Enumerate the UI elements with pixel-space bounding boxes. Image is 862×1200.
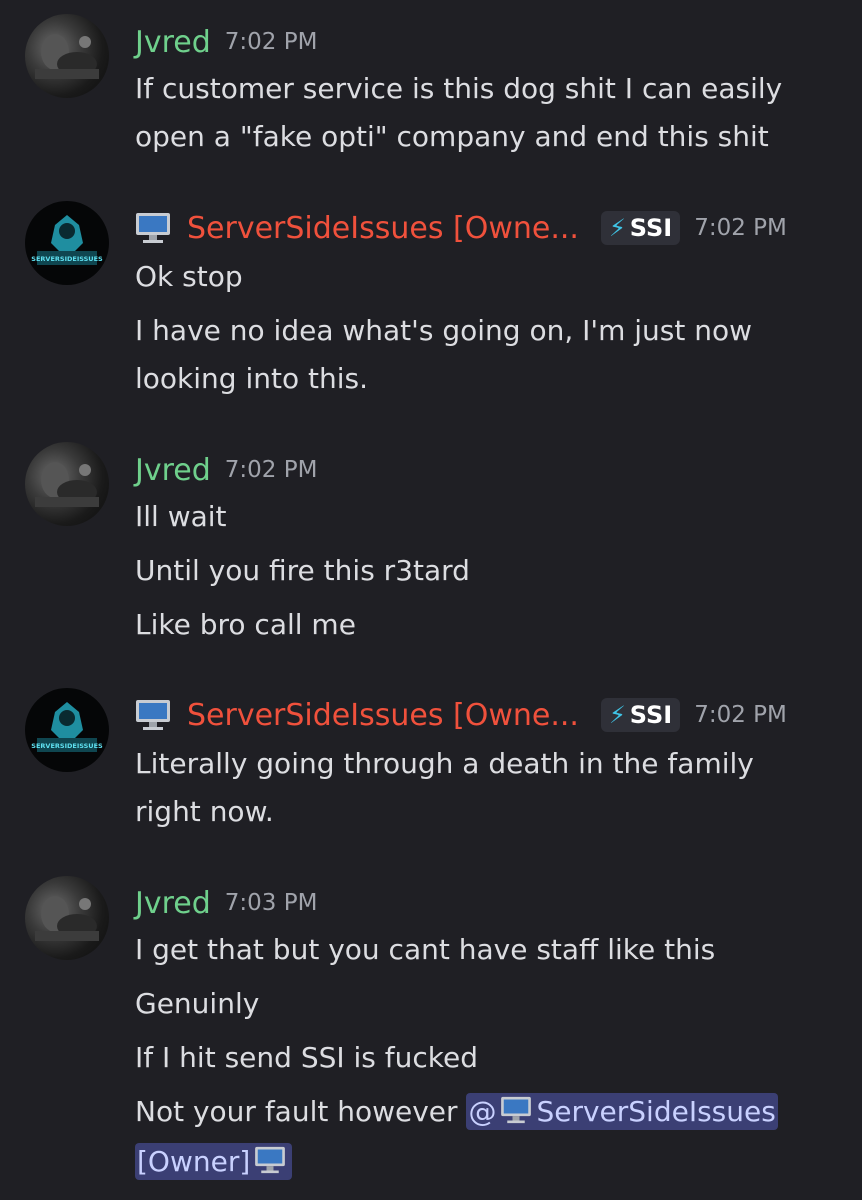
svg-text:SERVERSIDEISSUES: SERVERSIDEISSUES bbox=[31, 742, 103, 750]
message-text: open a "fake opti" company and end this … bbox=[135, 120, 769, 153]
monitor-icon bbox=[135, 699, 171, 731]
timestamp: 7:02 PM bbox=[694, 702, 787, 728]
lightning-icon: ⚡ bbox=[608, 701, 626, 729]
monitor-icon bbox=[135, 212, 171, 244]
server-tag-label: SSI bbox=[629, 214, 673, 242]
author-name[interactable]: Jvred bbox=[135, 886, 211, 921]
message-text: Not your fault however @ ServerSideIssues bbox=[135, 1088, 778, 1136]
message-text: right now. bbox=[135, 795, 274, 828]
chat-log: Jvred 7:02 PM If customer service is thi… bbox=[0, 0, 862, 1200]
avatar[interactable] bbox=[25, 876, 109, 960]
timestamp: 7:02 PM bbox=[224, 457, 318, 483]
message-text: looking into this. bbox=[135, 362, 368, 395]
message-text: Like bro call me bbox=[135, 608, 356, 641]
message-text: Ok stop bbox=[135, 260, 243, 293]
timestamp: 7:03 PM bbox=[224, 890, 318, 916]
mention-name: ServerSideIssues bbox=[536, 1095, 776, 1128]
message-text: Until you fire this r3tard bbox=[135, 554, 470, 587]
monitor-icon bbox=[500, 1096, 532, 1124]
message-text: I have no idea what's going on, I'm just… bbox=[135, 314, 753, 347]
avatar[interactable]: SERVERSIDEISSUES bbox=[25, 688, 109, 772]
message-text: Genuinly bbox=[135, 987, 260, 1020]
timestamp: 7:02 PM bbox=[224, 29, 318, 55]
timestamp: 7:02 PM bbox=[694, 215, 787, 241]
message-text: [Owner] bbox=[135, 1138, 293, 1186]
server-tag-label: SSI bbox=[629, 701, 673, 729]
message-text: If customer service is this dog shit I c… bbox=[135, 72, 783, 105]
message-text: I get that but you cant have staff like … bbox=[135, 933, 716, 966]
lightning-icon: ⚡ bbox=[608, 214, 626, 242]
author-name[interactable]: Jvred bbox=[135, 25, 211, 60]
author-name[interactable]: ServerSideIssues [Owne... bbox=[187, 698, 579, 733]
message-text: If I hit send SSI is fucked bbox=[135, 1041, 478, 1074]
mention-at: @ bbox=[468, 1095, 497, 1128]
mention-role: [Owner] bbox=[137, 1145, 251, 1178]
user-mention-continued[interactable]: [Owner] bbox=[135, 1143, 293, 1180]
author-name[interactable]: ServerSideIssues [Owne... bbox=[187, 211, 579, 246]
user-mention[interactable]: @ ServerSideIssues bbox=[466, 1093, 778, 1130]
server-tag[interactable]: ⚡ SSI bbox=[600, 698, 681, 732]
message-text: Literally going through a death in the f… bbox=[135, 747, 754, 780]
svg-text:SERVERSIDEISSUES: SERVERSIDEISSUES bbox=[31, 255, 103, 263]
author-name[interactable]: Jvred bbox=[135, 453, 211, 488]
monitor-icon bbox=[254, 1146, 286, 1174]
server-tag[interactable]: ⚡ SSI bbox=[600, 211, 681, 245]
avatar[interactable] bbox=[25, 442, 109, 526]
avatar[interactable] bbox=[25, 14, 109, 98]
avatar[interactable]: SERVERSIDEISSUES bbox=[25, 201, 109, 285]
message-text: Ill wait bbox=[135, 500, 227, 533]
message-text-segment: Not your fault however bbox=[135, 1095, 467, 1128]
